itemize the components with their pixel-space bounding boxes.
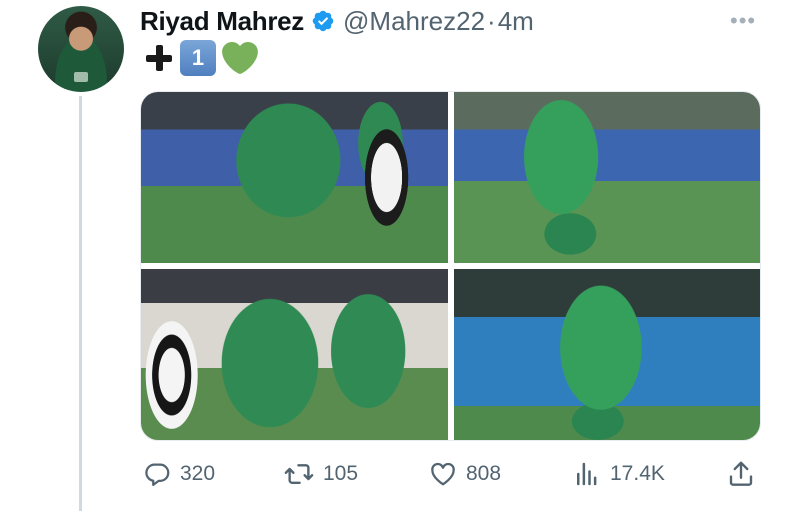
photo-3[interactable] bbox=[141, 269, 448, 440]
media-grid bbox=[140, 91, 761, 441]
action-bar: 320 105 808 17.4K bbox=[142, 454, 762, 494]
tweet-text: 1 bbox=[144, 38, 258, 78]
reply-count: 320 bbox=[180, 462, 216, 485]
avatar[interactable] bbox=[38, 6, 124, 92]
photo-1[interactable] bbox=[141, 92, 448, 263]
heavy-plus-sign-icon bbox=[144, 43, 174, 73]
photo-4[interactable] bbox=[453, 269, 760, 440]
retweet-button[interactable]: 105 bbox=[283, 454, 358, 494]
verified-badge-icon bbox=[312, 10, 334, 32]
handle[interactable]: @Mahrez22 bbox=[343, 6, 485, 37]
avatar-shirt-badge bbox=[74, 72, 88, 82]
retweet-count: 105 bbox=[323, 462, 359, 485]
tweet-header: Riyad Mahrez @Mahrez22 · 4m bbox=[140, 4, 534, 38]
share-icon bbox=[729, 461, 753, 486]
heart-icon bbox=[431, 462, 455, 486]
view-count: 17.4K bbox=[610, 462, 665, 485]
reply-button[interactable]: 320 bbox=[142, 454, 215, 494]
green-heart-icon bbox=[222, 41, 258, 75]
share-button[interactable] bbox=[726, 454, 756, 494]
views-button[interactable]: 17.4K bbox=[572, 454, 665, 494]
separator-dot: · bbox=[487, 5, 496, 36]
views-icon bbox=[577, 462, 597, 486]
more-horizontal-icon[interactable]: ••• bbox=[730, 8, 756, 34]
display-name[interactable]: Riyad Mahrez bbox=[140, 6, 304, 37]
like-button[interactable]: 808 bbox=[428, 454, 501, 494]
photo-2[interactable] bbox=[453, 92, 760, 263]
thread-line bbox=[79, 96, 82, 511]
retweet-icon bbox=[284, 464, 314, 484]
keycap-1-icon: 1 bbox=[180, 40, 216, 76]
reply-icon bbox=[145, 463, 170, 486]
like-count: 808 bbox=[466, 462, 502, 485]
timestamp[interactable]: 4m bbox=[498, 6, 534, 37]
